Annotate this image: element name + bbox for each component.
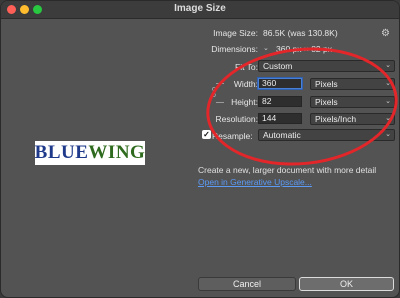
dimensions-value: 360 px × 82 px — [276, 44, 333, 54]
height-unit-select[interactable]: Pixels ⌄ — [310, 96, 395, 108]
image-size-dialog: Image Size BLUEWING ⚙ Image Size: 86.5K … — [0, 0, 400, 298]
larger-document-info: Create a new, larger document with more … — [198, 165, 377, 175]
resolution-input[interactable]: 144 — [258, 113, 302, 124]
width-label: Width: — [233, 79, 258, 89]
height-input[interactable]: 82 — [258, 96, 302, 107]
chevron-down-icon: ⌄ — [385, 62, 391, 69]
image-preview: BLUEWING — [35, 141, 145, 165]
chevron-down-icon: ⌄ — [385, 131, 391, 138]
chevron-down-icon[interactable]: ⌄ — [263, 44, 269, 52]
width-unit-select[interactable]: Pixels ⌄ — [310, 78, 395, 90]
image-size-label: Image Size: — [213, 28, 258, 38]
bluewing-logo: BLUEWING — [34, 142, 146, 163]
image-size-value: 86.5K (was 130.8K) — [263, 28, 338, 38]
fit-to-label: Fit To: — [235, 62, 258, 72]
ok-button[interactable]: OK — [299, 277, 394, 291]
fit-to-select[interactable]: Custom ⌄ — [258, 60, 395, 72]
width-input[interactable]: 360 — [258, 78, 302, 89]
dimensions-label: Dimensions: — [211, 44, 258, 54]
resolution-label: Resolution: — [215, 114, 258, 124]
chevron-down-icon: ⌄ — [385, 115, 391, 122]
height-label: Height: — [231, 97, 258, 107]
resample-select[interactable]: Automatic ⌄ — [258, 129, 395, 141]
chevron-down-icon: ⌄ — [385, 80, 391, 87]
gear-icon[interactable]: ⚙ — [381, 28, 390, 39]
resample-checkbox[interactable]: ✓ — [202, 130, 211, 139]
chevron-down-icon: ⌄ — [385, 98, 391, 105]
resolution-unit-select[interactable]: Pixels/Inch ⌄ — [310, 113, 395, 125]
window-title: Image Size — [174, 3, 226, 14]
title-bar: Image Size — [1, 1, 399, 19]
cancel-button[interactable]: Cancel — [198, 277, 296, 291]
generative-upscale-link[interactable]: Open in Generative Upscale... — [198, 177, 312, 187]
resample-label: Resample: — [212, 131, 253, 141]
